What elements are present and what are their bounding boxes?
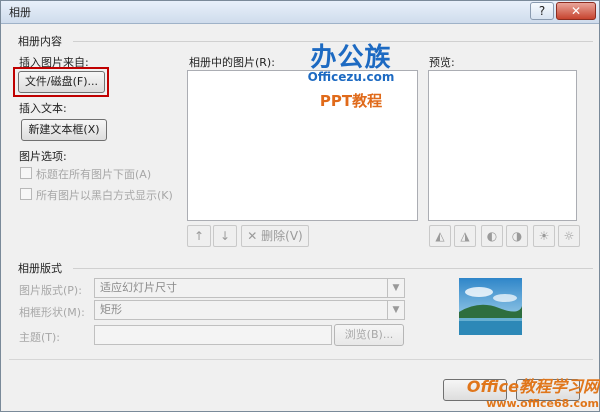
arrow-up-icon: ↑ [193,229,205,243]
brand-watermark: 办公族 Officezu.com PPT教程 [301,37,401,117]
close-button[interactable]: ✕ [556,2,596,20]
layout-preview-thumbnail [459,278,522,335]
contrast-down-icon: ◑ [511,229,523,243]
frame-shape-value: 矩形 [100,303,122,316]
new-textbox-button[interactable]: 新建文本框(X) [21,119,107,141]
brightness-up-button[interactable]: ☀ [533,225,555,247]
contrast-up-icon: ◐ [486,229,498,243]
theme-field[interactable] [94,325,332,345]
insert-text-label: 插入文本: [19,102,67,115]
site-watermark: Office教程学习网 www.office68.com [463,373,599,410]
contrast-up-button[interactable]: ◐ [481,225,503,247]
preview-label: 预览: [429,56,455,69]
site-url: www.office68.com [486,397,599,410]
all-bw-checkbox[interactable] [20,188,32,200]
brightness-down-button[interactable]: ☼ [558,225,580,247]
dialog-title: 相册 [9,6,31,19]
layout-group-divider [73,268,593,269]
rotate-left-button[interactable]: ◭ [429,225,451,247]
arrow-down-icon: ↓ [219,229,231,243]
browse-button[interactable]: 浏览(B)... [334,324,404,346]
brand-url: Officezu.com [307,70,395,84]
move-down-button[interactable]: ↓ [213,225,237,247]
brightness-down-icon: ☼ [563,229,575,243]
chevron-down-icon: ▼ [387,279,404,297]
album-dialog: 相册 ? ✕ 相册内容 插入图片来自: 文件/磁盘(F)... 插入文本: 新建… [0,0,600,412]
rotate-right-icon: ◮ [460,229,470,243]
remove-x-icon: ✕ [247,229,258,243]
picture-layout-select[interactable]: 适应幻灯片尺寸 ▼ [94,278,405,298]
pictures-in-album-label: 相册中的图片(R): [189,56,275,69]
title-bar: 相册 ? ✕ [1,1,599,24]
brand-logo-text: 办公族 [310,43,392,73]
caption-below-label: 标题在所有图片下面(A) [36,168,152,181]
theme-label: 主题(T): [19,331,61,344]
rotate-right-button[interactable]: ◮ [454,225,476,247]
all-bw-label: 所有图片以黑白方式显示(K) [36,189,173,202]
brand-sub: PPT教程 [319,92,383,110]
contrast-down-button[interactable]: ◑ [506,225,528,247]
picture-layout-value: 适应幻灯片尺寸 [100,281,177,294]
remove-button[interactable]: ✕ 删除(V) [241,225,309,247]
file-disk-button[interactable]: 文件/磁盘(F)... [18,71,105,93]
album-content-group-label: 相册内容 [18,35,62,48]
chevron-down-icon: ▼ [387,301,404,319]
frame-shape-select[interactable]: 矩形 ▼ [94,300,405,320]
rotate-left-icon: ◭ [435,229,445,243]
picture-options-label: 图片选项: [19,150,67,163]
frame-shape-label: 相框形状(M): [19,306,85,319]
caption-below-checkbox[interactable] [20,167,32,179]
preview-pane [428,70,577,221]
footer-divider [9,359,593,360]
remove-button-label: 删除(V) [261,229,303,243]
brightness-up-icon: ☀ [538,229,550,243]
album-layout-group-label: 相册版式 [18,262,62,275]
move-up-button[interactable]: ↑ [187,225,211,247]
picture-layout-label: 图片版式(P): [19,284,82,297]
site-name: Office教程学习网 [466,377,599,396]
help-button[interactable]: ? [530,2,554,20]
